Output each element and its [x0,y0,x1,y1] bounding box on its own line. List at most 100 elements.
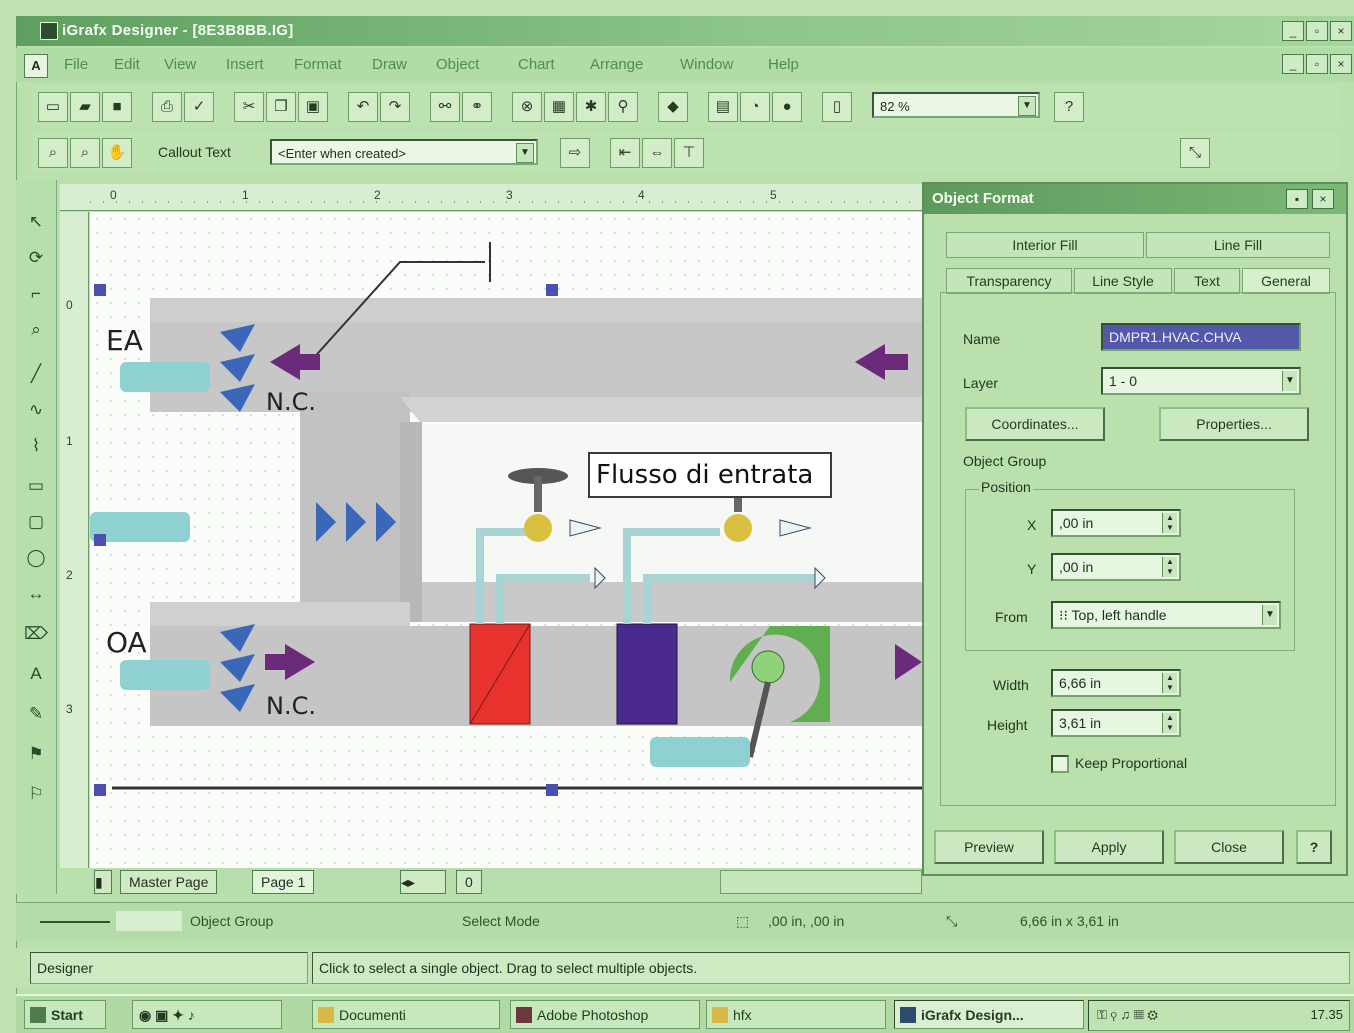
title-bar[interactable]: iGrafx Designer - [8E3B8BB.IG] _ ▫ × [16,16,1354,46]
menu-format[interactable]: Format [294,56,342,73]
selection-handle[interactable] [546,784,558,796]
chevron-down-icon[interactable]: ▼ [1282,371,1297,391]
connect-icon[interactable]: ⚯ [430,92,460,122]
horizontal-scrollbar[interactable] [720,870,922,894]
menu-view[interactable]: View [164,56,196,73]
cut-icon[interactable]: ✂ [234,92,264,122]
menu-object[interactable]: Object [436,56,479,73]
doc-minimize-button[interactable]: _ [1282,54,1304,74]
chevron-down-icon[interactable]: ▼ [1018,96,1036,116]
tab-line-style[interactable]: Line Style [1074,268,1172,294]
page-nav-icon[interactable]: ▮ [94,870,112,894]
grid-icon[interactable]: ▦ [544,92,574,122]
dialog-close-button[interactable]: × [1312,189,1334,209]
apply-button[interactable]: Apply [1054,830,1164,864]
close-button[interactable]: × [1330,21,1352,41]
menu-window[interactable]: Window [680,56,733,73]
format-painter-icon[interactable]: ⚐ [22,780,50,808]
pointer-icon[interactable]: ↖ [22,208,50,236]
coordinates-button[interactable]: Coordinates... [965,407,1105,441]
link-icon[interactable]: ⚭ [462,92,492,122]
keep-proportional-checkbox[interactable] [1051,755,1069,773]
menu-help[interactable]: Help [768,56,799,73]
table-icon[interactable]: ▤ [708,92,738,122]
close-dialog-button[interactable]: Close [1174,830,1284,864]
callout-icon[interactable]: ⌦ [22,620,50,648]
drawing-canvas[interactable]: Flusso di entrata EA N.C. OA N.C. [90,212,922,868]
color-icon[interactable]: ● [772,92,802,122]
task-documenti[interactable]: Documenti [312,1000,500,1029]
chevron-down-icon[interactable]: ▼ [516,143,534,163]
y-spinner[interactable]: ▲ ▼ [1162,557,1177,577]
stamp-icon[interactable]: ⚑ [22,740,50,768]
menu-draw[interactable]: Draw [372,56,407,73]
undo-icon[interactable]: ↶ [348,92,378,122]
callout-apply-icon[interactable]: ⇨ [560,138,590,168]
connector-icon[interactable]: ⌐ [22,280,50,308]
height-field[interactable]: 3,61 in ▲ ▼ [1051,709,1181,737]
start-button[interactable]: Start [24,1000,106,1029]
curve-icon[interactable]: ∿ [22,396,50,424]
context-help-icon[interactable]: ? [1054,92,1084,122]
print-icon[interactable]: ⎙ [152,92,182,122]
chevron-down-icon[interactable]: ▼ [1262,605,1277,625]
name-field[interactable]: DMPR1.HVAC.CHVA [1101,323,1301,351]
rotate-icon[interactable]: ⟳ [22,244,50,272]
zoom-in-icon[interactable]: ⌕ [38,138,68,168]
height-spinner[interactable]: ▲ ▼ [1162,713,1177,733]
redo-icon[interactable]: ↷ [380,92,410,122]
menu-edit[interactable]: Edit [114,56,140,73]
from-select[interactable]: ⁝⁝ Top, left handle ▼ [1051,601,1281,629]
dialog-title-bar[interactable]: Object Format [924,184,1346,214]
task-photoshop[interactable]: Adobe Photoshop [510,1000,700,1029]
fan-icon[interactable]: ✱ [576,92,606,122]
x-field[interactable]: ,00 in ▲ ▼ [1051,509,1181,537]
new-icon[interactable]: ▭ [38,92,68,122]
document-icon[interactable]: A [24,54,48,78]
shape-icon[interactable]: ◆ [658,92,688,122]
selection-handle[interactable] [94,284,106,296]
tab-transparency[interactable]: Transparency [946,268,1072,294]
tab-master-page[interactable]: Master Page [120,870,218,894]
zoom-out-icon[interactable]: ⌕ [70,138,100,168]
pan-icon[interactable]: ✋ [102,138,132,168]
hvac-diagram[interactable] [90,212,922,868]
tray-icons[interactable]: ⚿ ⚲ ♫ ▦ ⚙ [1097,1007,1158,1023]
selection-handle[interactable] [546,284,558,296]
rectangle-icon[interactable]: ▭ [22,472,50,500]
menu-insert[interactable]: Insert [226,56,264,73]
tab-line-fill[interactable]: Line Fill [1146,232,1330,258]
selection-handle[interactable] [94,534,106,546]
minimize-button[interactable]: _ [1282,21,1304,41]
chart-icon[interactable]: ◔ [740,92,770,122]
align-left-icon[interactable]: ⇤ [610,138,640,168]
align-center-icon[interactable]: ⇔ [642,138,672,168]
properties-button[interactable]: Properties... [1159,407,1309,441]
callout-text-select[interactable]: <Enter when created> ▼ [270,139,538,165]
menu-chart[interactable]: Chart [518,56,555,73]
dimension-icon[interactable]: ↔ [22,580,50,608]
zoom-select[interactable]: 82 % ▼ [872,92,1040,118]
valve-icon[interactable]: ⊗ [512,92,542,122]
menu-arrange[interactable]: Arrange [590,56,643,73]
width-field[interactable]: 6,66 in ▲ ▼ [1051,669,1181,697]
ellipse-icon[interactable]: ◯ [22,544,50,572]
task-igrafx[interactable]: iGrafx Design... [894,1000,1084,1029]
spell-check-icon[interactable]: ✓ [184,92,214,122]
preview-button[interactable]: Preview [934,830,1044,864]
quick-launch-bar[interactable]: ◉ ▣ ✦ ♪ [132,1000,282,1029]
rounded-rect-icon[interactable]: ▢ [22,508,50,536]
callout-box[interactable]: Flusso di entrata [588,452,832,498]
copy-icon[interactable]: ❐ [266,92,296,122]
tab-interior-fill[interactable]: Interior Fill [946,232,1144,258]
tab-page-1[interactable]: Page 1 [252,870,315,894]
x-spinner[interactable]: ▲ ▼ [1162,513,1177,533]
text-icon[interactable]: A [22,660,50,688]
polyline-icon[interactable]: ⌇ [22,432,50,460]
selection-handle[interactable] [94,784,106,796]
align-top-icon[interactable]: ⊤ [674,138,704,168]
doc-close-button[interactable]: × [1330,54,1352,74]
help-button[interactable]: ? [1296,830,1332,864]
dialog-pin-icon[interactable]: ▪ [1286,189,1308,209]
tab-general[interactable]: General [1242,268,1330,294]
